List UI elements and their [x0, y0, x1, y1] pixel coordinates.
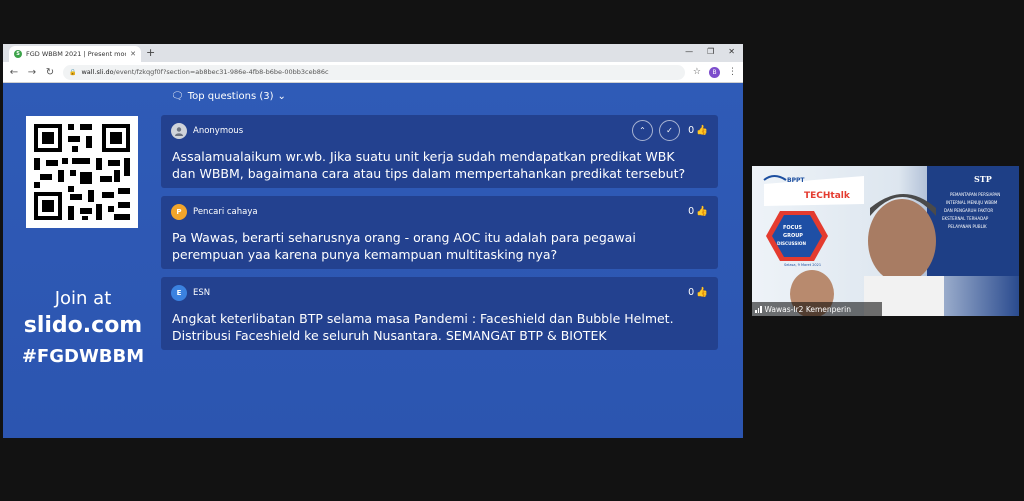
participant-name: Wawas-Ir2 Kemenperin [764, 304, 851, 314]
svg-text:PELAYANAN PUBLIK: PELAYANAN PUBLIK [948, 224, 987, 229]
like-count[interactable]: 0 👍 [688, 287, 708, 298]
close-tab-icon[interactable]: ✕ [130, 50, 136, 58]
menu-kebab-icon[interactable]: ⋮ [728, 67, 737, 77]
address-bar: ← → ↻ 🔒 wall.sli.do/event/fzkqgf0f?secti… [3, 62, 743, 83]
new-tab-icon[interactable]: + [146, 46, 155, 60]
svg-text:PEMANTAPAN PERSIAPAN: PEMANTAPAN PERSIAPAN [950, 192, 1000, 197]
join-at-text: Join at [54, 288, 112, 309]
url-host: wall.sli.do [81, 68, 114, 76]
thumbs-up-icon: 👍 [696, 125, 708, 136]
join-instructions: Join at slido.com #FGDWBBM [13, 288, 153, 372]
profile-avatar[interactable]: B [709, 66, 720, 78]
reload-icon[interactable]: ↻ [45, 67, 55, 78]
browser-tab[interactable]: S FGD WBBM 2021 | Present mode ✕ [9, 46, 141, 62]
author-avatar: P [171, 204, 187, 220]
bookmark-star-icon[interactable]: ☆ [693, 67, 701, 77]
browser-window: S FGD WBBM 2021 | Present mode ✕ + — ❐ ✕… [3, 44, 743, 438]
event-code-text: #FGDWBBM [21, 346, 145, 367]
url-field[interactable]: 🔒 wall.sli.do/event/fzkqgf0f?section=ab8… [63, 64, 685, 80]
banner-logo-left: BPPT [787, 177, 805, 184]
svg-text:INTERNAL MENUJU WBBM: INTERNAL MENUJU WBBM [946, 200, 998, 205]
question-card: P Pencari cahaya 0 👍 Pa Wawas, berarti s… [161, 196, 718, 269]
question-text: Assalamualaikum wr.wb. Jika suatu unit k… [172, 149, 686, 181]
thumbs-up-icon: 👍 [696, 206, 708, 217]
banner-org: STP [974, 174, 992, 184]
close-window-icon[interactable]: ✕ [728, 46, 735, 58]
qr-code [26, 116, 138, 228]
svg-text:EKSTERNAL TERHADAP: EKSTERNAL TERHADAP [942, 216, 989, 221]
lock-icon: 🔒 [69, 68, 77, 76]
participant-video-tile[interactable]: BPPT TECHtalk STP PEMANTAPAN PERSIAPAN I… [752, 166, 1019, 316]
question-author: Anonymous [193, 126, 244, 136]
tab-title: FGD WBBM 2021 | Present mode [26, 50, 127, 58]
slido-present-page: Join at slido.com #FGDWBBM 🗨 Top questio… [3, 83, 743, 438]
anonymous-avatar-icon [171, 123, 187, 139]
screen: S FGD WBBM 2021 | Present mode ✕ + — ❐ ✕… [0, 0, 1024, 501]
mark-answered-button[interactable]: ✓ [659, 120, 680, 141]
like-count-value: 0 [688, 125, 695, 136]
question-card: E ESN 0 👍 Angkat keterlibatan BTP selama… [161, 277, 718, 350]
tab-bar: S FGD WBBM 2021 | Present mode ✕ + — ❐ ✕ [3, 44, 743, 62]
top-questions-dropdown[interactable]: 🗨 Top questions (3) ⌄ [171, 91, 286, 102]
window-controls: — ❐ ✕ [685, 46, 735, 58]
svg-text:DISCUSSION: DISCUSSION [777, 241, 806, 246]
like-count[interactable]: 0 👍 [688, 206, 708, 217]
thumbs-up-icon: 👍 [696, 287, 708, 298]
signal-bars-icon [755, 305, 762, 313]
highlight-question-button[interactable]: ⌃ [632, 120, 653, 141]
chevron-down-icon: ⌄ [277, 91, 286, 102]
like-count-value: 0 [688, 206, 695, 217]
like-count[interactable]: 0 👍 [688, 125, 708, 136]
video-feed-image: BPPT TECHtalk STP PEMANTAPAN PERSIAPAN I… [752, 166, 1019, 316]
join-url-text: slido.com [23, 313, 143, 338]
restore-icon[interactable]: ❐ [707, 46, 714, 58]
participant-name-label: Wawas-Ir2 Kemenperin [752, 302, 882, 316]
question-author: Pencari cahaya [193, 207, 258, 217]
top-questions-label: Top questions (3) [187, 91, 274, 102]
question-text: Angkat keterlibatan BTP selama masa Pand… [172, 311, 674, 343]
minimize-icon[interactable]: — [685, 46, 693, 58]
url-path: /event/fzkqgf0f?section=ab8bec31-986e-4f… [113, 68, 329, 76]
slido-favicon-icon: S [14, 50, 22, 58]
svg-text:DAN PENGARUH FAKTOR: DAN PENGARUH FAKTOR [944, 208, 993, 213]
author-avatar: E [171, 285, 187, 301]
banner-date: Selasa, 9 Maret 2021 [784, 263, 821, 267]
questions-icon: 🗨 [171, 91, 184, 102]
forward-arrow-icon[interactable]: → [27, 67, 37, 78]
question-author: ESN [193, 288, 211, 298]
like-count-value: 0 [688, 287, 695, 298]
svg-text:FOCUS: FOCUS [783, 225, 802, 231]
question-text: Pa Wawas, berarti seharusnya orang - ora… [172, 230, 636, 262]
question-card: Anonymous ⌃ ✓ 0 👍 Assalamualaikum wr.wb.… [161, 115, 718, 188]
svg-text:GROUP: GROUP [783, 233, 803, 239]
banner-brand: TECHtalk [804, 191, 851, 201]
back-arrow-icon[interactable]: ← [9, 67, 19, 78]
